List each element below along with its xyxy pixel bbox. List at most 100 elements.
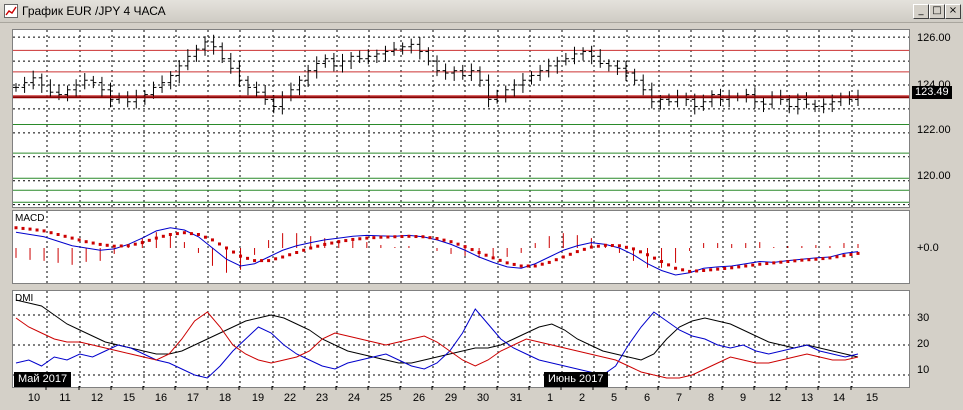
signal-dot: [407, 234, 411, 238]
price-tick-label: 126.00: [917, 32, 951, 44]
x-tick-label: 19: [252, 392, 264, 404]
signal-dot: [344, 239, 348, 243]
signal-dot: [540, 262, 544, 266]
signal-dot: [84, 240, 88, 244]
signal-dot: [681, 268, 685, 272]
minimize-button[interactable]: _: [913, 4, 929, 19]
signal-dot: [182, 231, 186, 235]
signal-dot: [617, 244, 621, 248]
dmi-chart[interactable]: [13, 291, 909, 387]
x-tick-label: 14: [833, 392, 845, 404]
signal-dot: [646, 253, 649, 257]
signal-dot: [196, 233, 200, 236]
signal-dot: [49, 231, 53, 235]
x-tick-label: 15: [866, 392, 878, 404]
signal-dot: [393, 235, 397, 239]
signal-dot: [386, 235, 390, 239]
signal-dot: [168, 233, 172, 236]
signal-dot: [667, 263, 671, 267]
signal-dot: [246, 256, 250, 260]
signal-dot: [161, 234, 165, 238]
may-date-marker: Май 2017: [14, 372, 72, 387]
signal-dot: [14, 226, 18, 230]
signal-dot: [470, 248, 474, 252]
signal-dot: [232, 250, 236, 254]
signal-dot: [126, 244, 130, 248]
signal-dot: [638, 250, 642, 254]
x-tick-label: 6: [644, 392, 650, 404]
x-tick-label: 7: [676, 392, 682, 404]
signal-dot: [63, 234, 67, 238]
price-chart[interactable]: [13, 30, 909, 207]
signal-dot: [589, 245, 593, 249]
x-tick-label: 26: [413, 392, 425, 404]
signal-dot: [302, 248, 306, 252]
signal-dot: [91, 241, 95, 245]
dmi-tick-label: 10: [917, 364, 930, 376]
signal-dot: [849, 253, 853, 257]
x-tick-label: 17: [187, 392, 199, 404]
signal-dot: [260, 259, 264, 263]
signal-dot: [491, 256, 495, 260]
signal-dot: [379, 235, 383, 239]
signal-dot: [751, 263, 755, 267]
signal-dot: [561, 255, 565, 259]
window-title: График EUR /JPY 4 ЧАСА: [22, 4, 166, 18]
signal-dot: [702, 269, 706, 272]
price-tick-label: 120.00: [917, 170, 951, 182]
window-titlebar[interactable]: График EUR /JPY 4 ЧАСА _ □ ×: [0, 0, 963, 23]
signal-dot: [154, 236, 158, 240]
x-tick-label: 11: [59, 392, 70, 404]
signal-dot: [421, 235, 425, 239]
signal-dot: [372, 236, 376, 240]
signal-dot: [533, 264, 537, 268]
x-tick-label: 18: [219, 392, 231, 404]
signal-dot: [330, 241, 334, 245]
signal-dot: [35, 228, 39, 232]
maximize-button[interactable]: □: [929, 4, 945, 19]
signal-dot: [42, 229, 46, 233]
signal-dot: [225, 246, 228, 250]
x-tick-label: 12: [91, 392, 103, 404]
price-chart-panel[interactable]: [12, 29, 910, 208]
signal-dot: [239, 254, 243, 258]
signal-dot: [744, 264, 748, 268]
macd-panel[interactable]: MACD: [12, 210, 910, 284]
signal-dot: [337, 240, 341, 244]
x-tick-label: 5: [611, 392, 617, 404]
signal-dot: [175, 232, 179, 236]
signal-dot: [856, 251, 860, 255]
signal-dot: [217, 242, 221, 246]
signal-dot: [189, 232, 193, 236]
signal-dot: [435, 237, 439, 241]
signal-dot: [365, 236, 369, 240]
signal-dot: [582, 247, 586, 251]
signal-dot: [779, 260, 783, 264]
plus-di-line: [15, 308, 859, 379]
x-tick-label: 9: [740, 392, 746, 404]
signal-dot: [449, 240, 453, 244]
signal-dot: [526, 264, 530, 268]
signal-dot: [295, 251, 299, 254]
signal-dot: [400, 235, 404, 239]
x-tick-label: 16: [155, 392, 167, 404]
signal-dot: [793, 259, 797, 263]
macd-label: MACD: [15, 213, 45, 224]
signal-dot: [456, 242, 460, 246]
signal-dot: [133, 242, 137, 246]
macd-chart[interactable]: [13, 211, 909, 283]
signal-dot: [351, 237, 355, 241]
x-tick-label: 22: [284, 392, 296, 404]
signal-dot: [77, 238, 81, 242]
dmi-tick-label: 20: [917, 338, 930, 350]
close-button[interactable]: ×: [945, 4, 961, 19]
signal-dot: [765, 262, 769, 266]
chart-app-icon: [4, 4, 18, 18]
signal-dot: [653, 256, 657, 260]
signal-dot: [505, 261, 509, 265]
dmi-panel[interactable]: DMI: [12, 290, 910, 388]
signal-dot: [323, 242, 327, 246]
signal-dot: [554, 258, 558, 262]
signal-dot: [253, 259, 257, 263]
signal-dot: [568, 252, 572, 256]
